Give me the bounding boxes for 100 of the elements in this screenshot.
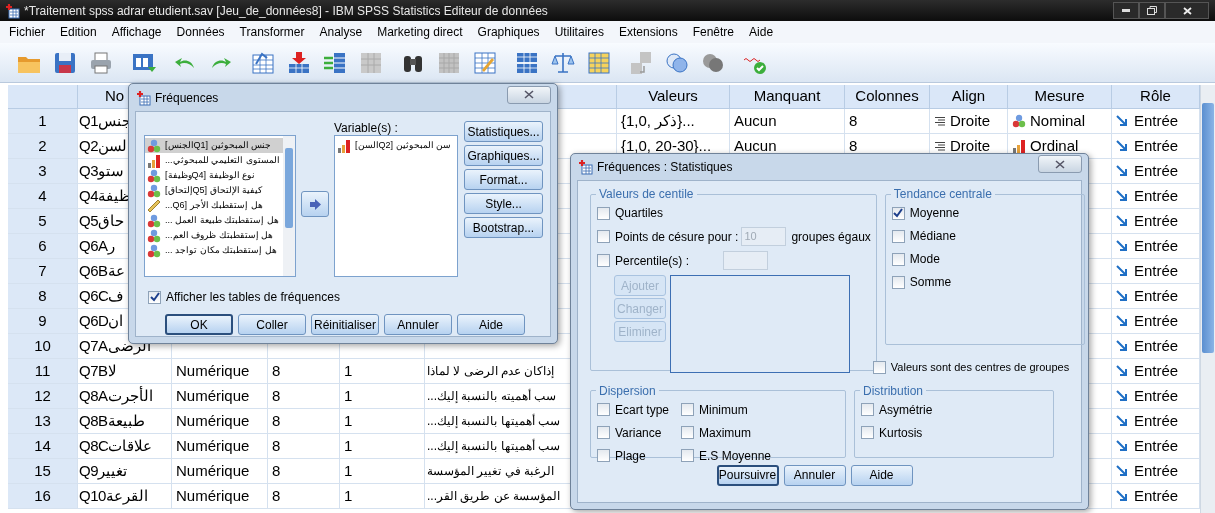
- print-icon[interactable]: [88, 49, 114, 76]
- checkbox[interactable]: [891, 252, 905, 266]
- percentile-list[interactable]: [670, 275, 850, 373]
- checkbox[interactable]: [872, 360, 886, 374]
- move-button[interactable]: [301, 191, 329, 217]
- dialog-button[interactable]: Annuler: [783, 464, 846, 486]
- checkbox[interactable]: [597, 426, 610, 439]
- dialog-button[interactable]: Coller: [238, 314, 306, 335]
- row-header[interactable]: 7: [8, 259, 78, 284]
- table-cell: Q8Cعلاقات: [78, 434, 172, 459]
- dialog-button[interactable]: Graphiques...: [464, 145, 543, 166]
- dialog-button[interactable]: Poursuivre: [716, 464, 779, 486]
- checkbox[interactable]: [891, 275, 905, 289]
- menu-item[interactable]: Affichage: [104, 23, 169, 41]
- row-header[interactable]: 2: [8, 134, 78, 159]
- maximize-button[interactable]: [1139, 2, 1165, 19]
- row-header[interactable]: 8: [8, 284, 78, 309]
- variable-list[interactable]: [144, 135, 296, 277]
- menu-item[interactable]: Marketing direct: [370, 23, 470, 41]
- column-header[interactable]: Mesure: [1008, 85, 1112, 109]
- column-header[interactable]: Valeurs: [617, 85, 730, 109]
- list-scrollbar[interactable]: [283, 136, 295, 276]
- scrollbar-thumb[interactable]: [285, 148, 293, 228]
- list-item[interactable]: جنس المبحوثين [Q1الجنس]: [145, 138, 283, 153]
- row-header[interactable]: 16: [8, 484, 78, 509]
- table-cell-text: المؤسسة عن طريق القر...: [427, 488, 560, 505]
- table-cell: Aucun: [730, 109, 845, 134]
- menu-item[interactable]: Extensions: [611, 23, 685, 41]
- table-cell: Q8Bطبيعة: [78, 409, 172, 434]
- menu-item[interactable]: Fenêtre: [685, 23, 742, 41]
- cell-text: Entrée: [1134, 210, 1179, 231]
- dialog-button[interactable]: OK: [165, 314, 233, 335]
- checkbox[interactable]: [597, 403, 610, 416]
- align-right-icon: [934, 115, 946, 127]
- column-header[interactable]: Colonnes: [845, 85, 930, 109]
- checkbox[interactable]: [681, 403, 694, 416]
- row-header[interactable]: 11: [8, 359, 78, 384]
- checkbox[interactable]: [148, 290, 161, 304]
- dialog-button[interactable]: Aide: [457, 314, 525, 335]
- row-header[interactable]: 10: [8, 334, 78, 359]
- table-cell-text: الرغبة في تغيير المؤسسة: [427, 463, 554, 480]
- dialog-button[interactable]: Style...: [464, 193, 543, 214]
- row-header[interactable]: 1: [8, 109, 78, 134]
- selected-variable-list[interactable]: سن المبحوثين [Q2السن]: [334, 135, 458, 277]
- menu-item[interactable]: Edition: [53, 23, 104, 41]
- row-header[interactable]: 4: [8, 184, 78, 209]
- list-item[interactable]: سن المبحوثين [Q2السن]: [335, 138, 457, 153]
- close-icon: [1182, 6, 1192, 15]
- row-header[interactable]: 13: [8, 409, 78, 434]
- menu-item[interactable]: Analyse: [312, 23, 370, 41]
- dialog-button[interactable]: Aide: [850, 464, 913, 486]
- checkmark-icon: [149, 292, 160, 302]
- cell-text: Entrée: [1134, 435, 1179, 456]
- table-pencil-icon[interactable]: [472, 49, 498, 76]
- select-cases-icon[interactable]: [586, 49, 612, 76]
- checkbox[interactable]: [861, 426, 874, 439]
- cell-text: Droite: [950, 135, 990, 156]
- scrollbar-thumb[interactable]: [1202, 103, 1214, 353]
- dialog-button[interactable]: Format...: [464, 169, 543, 190]
- checkbox[interactable]: [681, 449, 694, 462]
- dialog-button[interactable]: Annuler: [384, 314, 452, 335]
- checkbox-label: Moyenne: [909, 205, 960, 222]
- menu-item[interactable]: Aide: [742, 23, 781, 41]
- column-header[interactable]: Align: [930, 85, 1008, 109]
- row-header[interactable]: 6: [8, 234, 78, 259]
- row-header[interactable]: 12: [8, 384, 78, 409]
- menu-item[interactable]: Transformer: [232, 23, 312, 41]
- dialog-button[interactable]: Réinitialiser: [311, 314, 379, 335]
- column-header[interactable]: Manquant: [730, 85, 845, 109]
- close-button[interactable]: [1165, 2, 1209, 19]
- arrow-icon: [1116, 215, 1128, 227]
- menu-item[interactable]: Fichier: [2, 23, 52, 41]
- import-data-icon[interactable]: [286, 49, 312, 76]
- menu-item[interactable]: Utilitaires: [547, 23, 611, 41]
- dialog-button[interactable]: Statistiques...: [464, 121, 543, 142]
- row-header[interactable]: 9: [8, 309, 78, 334]
- row-header[interactable]: 3: [8, 159, 78, 184]
- dialog-button[interactable]: Bootstrap...: [464, 217, 543, 238]
- checkbox[interactable]: [681, 426, 694, 439]
- checkbox[interactable]: [597, 449, 610, 462]
- checkbox[interactable]: [597, 206, 610, 220]
- row-header[interactable]: 15: [8, 459, 78, 484]
- checkbox[interactable]: [861, 403, 874, 416]
- checkbox-label: Maximum: [699, 424, 751, 442]
- column-header[interactable]: Rôle: [1112, 85, 1200, 109]
- table-cell: Numérique: [172, 484, 268, 509]
- value-labels-icon[interactable]: [628, 49, 654, 76]
- nominal-icon: [147, 138, 161, 153]
- checkbox[interactable]: [891, 229, 905, 243]
- minimize-button[interactable]: [1113, 2, 1139, 19]
- row-header[interactable]: 14: [8, 434, 78, 459]
- ordinal-icon: [337, 138, 351, 153]
- row-header[interactable]: 5: [8, 209, 78, 234]
- menu-item[interactable]: Graphiques: [470, 23, 547, 41]
- scrollbar[interactable]: [1200, 85, 1215, 513]
- menu-item[interactable]: Données: [169, 23, 232, 41]
- cell-text: Entrée: [1134, 385, 1179, 406]
- table-cell: 1: [340, 359, 425, 384]
- arrow-icon: [1116, 240, 1128, 252]
- checkbox[interactable]: [891, 206, 905, 220]
